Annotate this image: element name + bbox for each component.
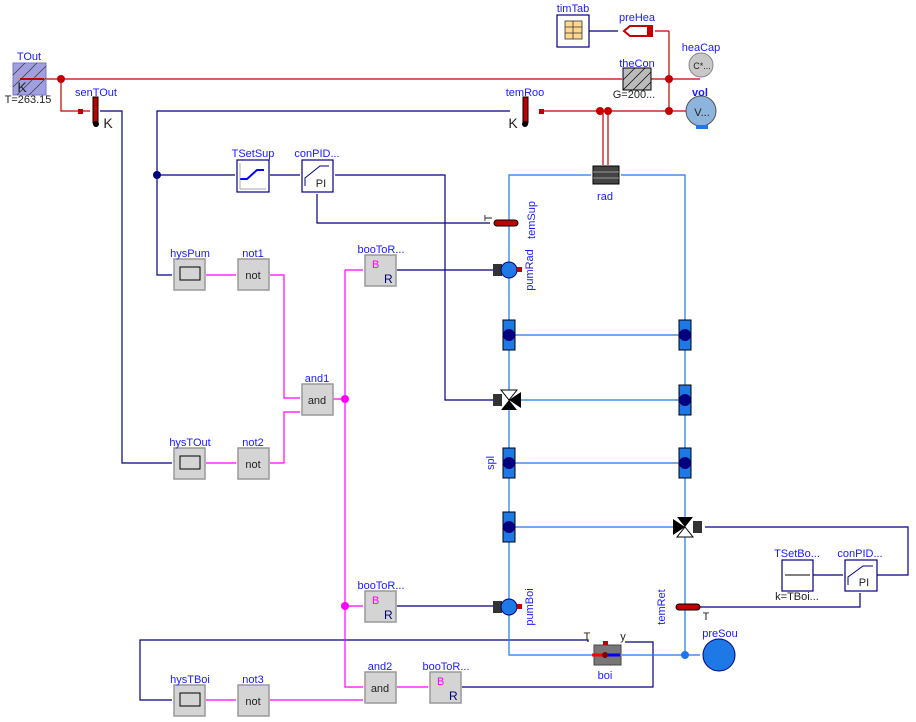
and1-block[interactable]: and and1	[301, 373, 334, 416]
svg-text:boi: boi	[598, 670, 613, 682]
svg-text:TSetBo...: TSetBo...	[774, 548, 820, 560]
svg-text:K: K	[17, 79, 27, 95]
not3-block[interactable]: not not3	[237, 674, 270, 717]
svg-text:k=TBoi...: k=TBoi...	[775, 591, 819, 603]
svg-text:T: T	[483, 214, 495, 221]
svg-text:PI: PI	[316, 178, 326, 190]
heat-connections	[46, 30, 700, 165]
svg-text:timTab: timTab	[557, 3, 589, 15]
spl-label: spl	[485, 456, 497, 470]
svg-text:not: not	[245, 270, 260, 282]
svg-text:T: T	[584, 631, 591, 643]
tsetboi-block[interactable]: TSetBo... k=TBoi...	[774, 548, 820, 603]
temsup-sensor[interactable]: T temSup	[483, 201, 538, 239]
svg-text:R: R	[384, 272, 393, 286]
svg-text:B: B	[437, 676, 444, 688]
svg-text:K: K	[508, 115, 518, 131]
tee-left-335	[502, 319, 516, 351]
and2-block[interactable]: and and2	[364, 661, 397, 704]
presou-boundary[interactable]: preSou	[702, 628, 738, 672]
svg-text:and1: and1	[305, 373, 329, 385]
svg-text:conPID...: conPID...	[837, 548, 882, 560]
svg-text:y: y	[620, 631, 626, 643]
boolean-connections	[206, 269, 428, 701]
svg-text:R: R	[384, 608, 393, 622]
svg-text:preHea: preHea	[619, 12, 656, 24]
svg-text:hysPum: hysPum	[170, 248, 210, 260]
svg-text:rad: rad	[597, 191, 613, 203]
valve-rad[interactable]	[493, 389, 521, 410]
temroo-sensor[interactable]: temRoo K	[506, 87, 545, 131]
tee-right-463	[678, 447, 692, 479]
rad-radiator[interactable]: rad	[592, 165, 620, 203]
svg-text:T=263.15: T=263.15	[5, 94, 52, 106]
svg-text:hysTBoi: hysTBoi	[170, 674, 210, 686]
timtab-block[interactable]: timTab	[556, 3, 590, 48]
svg-text:G=200...: G=200...	[613, 89, 656, 101]
conpid-rad-controller[interactable]: PI conPID...	[294, 148, 340, 193]
svg-text:conPID...: conPID...	[294, 148, 339, 160]
vol-mixing-volume[interactable]: V... vol	[685, 87, 717, 129]
tee-left-527	[502, 511, 516, 543]
svg-text:preSou: preSou	[702, 628, 737, 640]
svg-text:and2: and2	[368, 661, 392, 673]
svg-text:heaCap: heaCap	[682, 42, 721, 54]
bootor1-block[interactable]: B R booToR...	[357, 244, 405, 287]
tsetsup-block[interactable]: TSetSup	[232, 148, 275, 193]
svg-text:R: R	[449, 689, 458, 703]
svg-text:PI: PI	[859, 577, 869, 589]
svg-text:vol: vol	[692, 87, 708, 99]
svg-text:T: T	[703, 611, 710, 623]
preheat-source[interactable]: preHea	[619, 12, 656, 37]
svg-text:temRoo: temRoo	[506, 87, 545, 99]
svg-text:TSetSup: TSetSup	[232, 148, 275, 160]
heacap-capacitor[interactable]: C*... heaCap	[682, 42, 721, 78]
svg-text:C*...: C*...	[693, 61, 711, 71]
svg-text:senTOut: senTOut	[75, 87, 117, 99]
svg-text:temRet: temRet	[656, 589, 668, 624]
svg-text:and: and	[308, 395, 326, 407]
hystout-block[interactable]: hysTOut	[169, 437, 211, 480]
hyspum-block[interactable]: hysPum	[170, 248, 210, 291]
tee-right-400	[678, 384, 692, 416]
svg-text:V...: V...	[694, 107, 710, 119]
svg-text:TOut: TOut	[17, 51, 41, 63]
pumboi-pump[interactable]: pumBoi	[493, 588, 536, 626]
fluid-connections	[508, 174, 700, 659]
not2-block[interactable]: not not2	[237, 437, 270, 480]
svg-text:not3: not3	[242, 674, 263, 686]
tee-junctions	[502, 319, 692, 543]
svg-text:theCon: theCon	[619, 58, 654, 70]
modelica-diagram: K TOut T=263.15 senTOut K temRoo K timTa…	[5, 3, 909, 717]
sentout-sensor[interactable]: senTOut K	[75, 87, 117, 131]
svg-text:not2: not2	[242, 437, 263, 449]
svg-text:booToR...: booToR...	[422, 661, 469, 673]
conpid-boi-controller[interactable]: PI conPID...	[837, 548, 883, 592]
svg-text:and: and	[371, 683, 389, 695]
svg-text:not: not	[245, 696, 260, 708]
not1-block[interactable]: not not1	[237, 248, 270, 291]
spl-splitter	[502, 447, 516, 479]
tee-right-335	[678, 319, 692, 351]
svg-text:pumBoi: pumBoi	[524, 588, 536, 625]
svg-text:temSup: temSup	[526, 201, 538, 239]
boi-boiler[interactable]: boi T y	[584, 631, 627, 682]
svg-text:K: K	[103, 115, 113, 131]
svg-text:not1: not1	[242, 248, 263, 260]
bootor2-block[interactable]: B R booToR...	[357, 580, 405, 623]
svg-text:hysTOut: hysTOut	[169, 437, 210, 449]
bootor3-block[interactable]: B R booToR...	[422, 661, 470, 704]
pumrad-pump[interactable]: pumRad	[493, 249, 536, 291]
svg-text:booToR...: booToR...	[357, 244, 404, 256]
svg-text:pumRad: pumRad	[524, 249, 536, 291]
tout-component[interactable]: K TOut T=263.15	[5, 51, 52, 106]
hystboi-block[interactable]: hysTBoi	[170, 674, 210, 717]
svg-text:B: B	[372, 259, 379, 271]
svg-text:booToR...: booToR...	[357, 580, 404, 592]
valve-boi[interactable]	[673, 517, 702, 538]
svg-text:B: B	[372, 595, 379, 607]
svg-text:not: not	[245, 459, 260, 471]
